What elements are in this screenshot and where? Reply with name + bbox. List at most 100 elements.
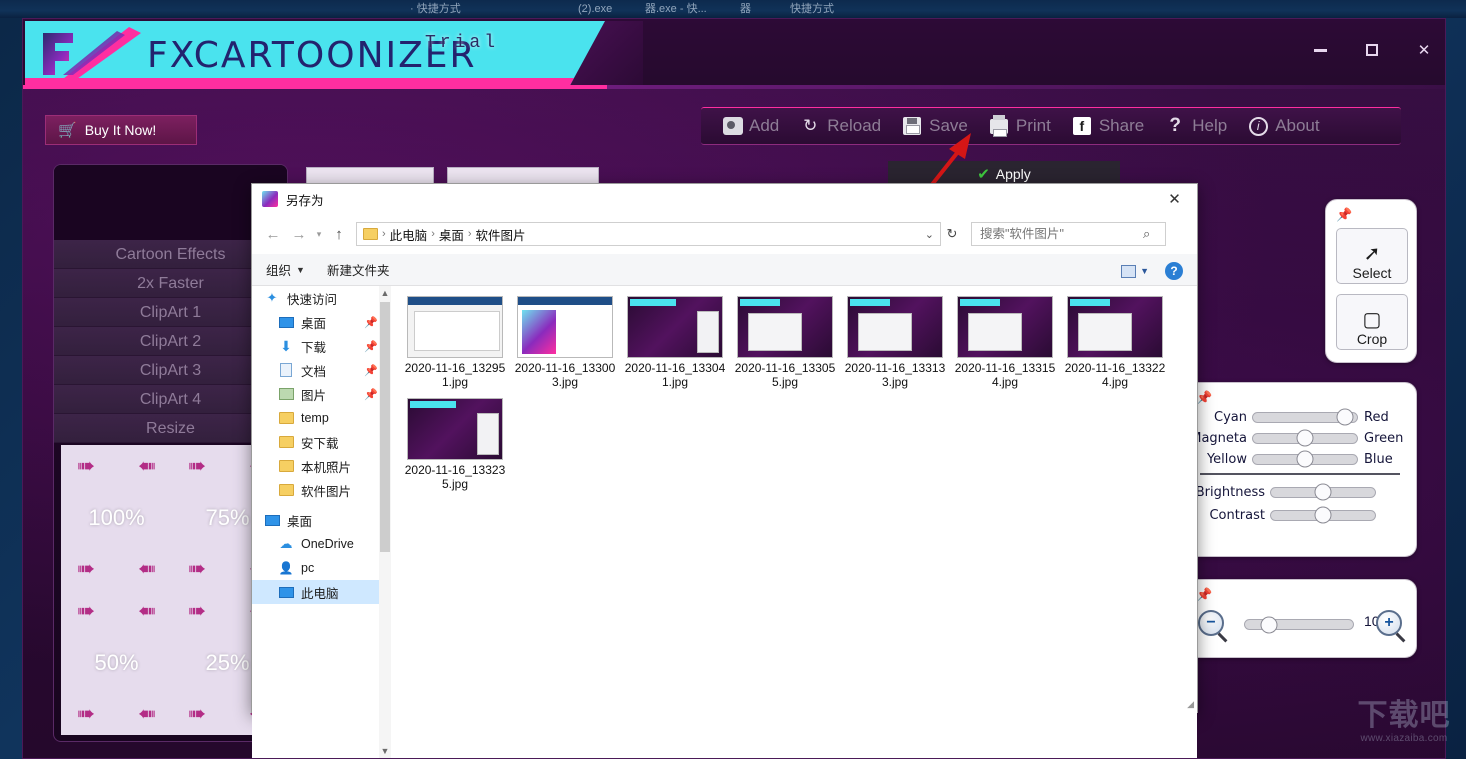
brightness-slider-handle[interactable] <box>1314 483 1332 501</box>
scroll-down-icon[interactable]: ▼ <box>379 744 391 758</box>
dialog-titlebar: 另存为 <box>252 184 1197 214</box>
breadcrumb-item-1[interactable]: 桌面 <box>439 225 464 244</box>
file-item[interactable]: 2020-11-16_133133.jpg <box>843 296 947 389</box>
watermark-url: www.xiazaiba.com <box>1360 733 1448 744</box>
file-item[interactable]: 2020-11-16_133055.jpg <box>733 296 837 389</box>
add-photo-icon <box>723 117 743 135</box>
file-item[interactable]: 2020-11-16_133003.jpg <box>513 296 617 389</box>
recent-locations-button[interactable]: ▾ <box>312 221 326 247</box>
magnifier-minus-icon[interactable]: − <box>1198 610 1224 636</box>
contrast-slider-handle[interactable] <box>1314 506 1332 524</box>
dialog-close-button[interactable]: ✕ <box>1152 184 1197 214</box>
select-tool-button[interactable]: ➚ Select <box>1336 228 1408 284</box>
pin-icon[interactable]: 📌 <box>364 316 378 329</box>
sidebar-item-downloads[interactable]: ⬇ 下载 📌 <box>252 334 390 358</box>
organize-button[interactable]: 组织 ▼ <box>266 260 305 279</box>
file-item[interactable]: 2020-11-16_133235.jpg <box>403 398 507 491</box>
crop-tool-button[interactable]: ▢ Crop <box>1336 294 1408 350</box>
cyan-red-slider[interactable] <box>1252 408 1358 426</box>
toolbar-share-button[interactable]: f Share <box>1071 116 1144 136</box>
dialog-sidebar: ✦ 快速访问 桌面 📌 ⬇ 下载 📌 文档 📌 图片 📌 temp 安下载 本机… <box>252 286 390 758</box>
sidebar-item-quick-access[interactable]: ✦ 快速访问 <box>252 286 390 310</box>
taskbar-item[interactable]: (2).exe <box>578 0 612 18</box>
file-thumbnail <box>847 296 943 358</box>
toolbar-about-button[interactable]: i About <box>1247 116 1320 136</box>
sidebar-item-pictures[interactable]: 图片 📌 <box>252 382 390 406</box>
arrow-up-right-icon: ➠ <box>137 453 157 478</box>
new-folder-button[interactable]: 新建文件夹 <box>327 260 390 279</box>
zoom-slider[interactable] <box>1244 616 1354 633</box>
file-item[interactable]: 2020-11-16_133224.jpg <box>1063 296 1167 389</box>
arrow-down-right-icon: ➠ <box>137 557 157 582</box>
minimize-button[interactable] <box>1307 37 1333 63</box>
scrollbar-thumb[interactable] <box>380 302 390 552</box>
back-button[interactable]: ← <box>260 221 286 247</box>
buy-it-now-button[interactable]: 🛒 Buy It Now! <box>45 115 197 145</box>
yellow-blue-slider-handle[interactable] <box>1296 450 1314 468</box>
pin-icon[interactable]: 📌 <box>1336 207 1352 223</box>
sidebar-item-temp[interactable]: temp <box>252 406 390 430</box>
resize-grip-icon[interactable]: ◢ <box>1187 699 1194 710</box>
search-box[interactable]: ⌕ <box>971 222 1166 246</box>
pin-icon[interactable]: 📌 <box>1196 587 1212 603</box>
pin-icon[interactable]: 📌 <box>1196 390 1212 406</box>
pin-icon[interactable]: 📌 <box>364 364 378 377</box>
file-item[interactable]: 2020-11-16_133154.jpg <box>953 296 1057 389</box>
resize-option-100[interactable]: ➠ ➠ ➠ ➠ 100% <box>61 445 172 590</box>
taskbar-item[interactable]: · 快捷方式 <box>410 0 461 18</box>
close-button[interactable]: ✕ <box>1411 37 1437 63</box>
zoom-slider-handle[interactable] <box>1260 616 1278 633</box>
sidebar-scrollbar[interactable]: ▲ ▼ <box>379 286 391 758</box>
toolbar-help-button[interactable]: ? Help <box>1164 115 1227 136</box>
toolbar-print-button[interactable]: Print <box>988 114 1051 137</box>
file-item[interactable]: 2020-11-16_132951.jpg <box>403 296 507 389</box>
sidebar-label: 此电脑 <box>301 586 339 601</box>
brightness-slider[interactable] <box>1270 483 1376 501</box>
breadcrumb-bar[interactable]: › 此电脑 › 桌面 › 软件图片 ⌄ <box>356 222 941 246</box>
magneta-green-slider[interactable] <box>1252 429 1358 447</box>
download-icon: ⬇ <box>280 337 292 354</box>
sidebar-item-anxiazai[interactable]: 安下载 <box>252 430 390 454</box>
sidebar-item-onedrive[interactable]: ☁ OneDrive <box>252 532 390 556</box>
fxcartoonizer-window: FXCARTOONIZER Trial ✕ 🛒 Buy It Now! Add … <box>22 18 1446 759</box>
sidebar-label: 下载 <box>301 340 327 355</box>
refresh-icon[interactable]: ↻ <box>941 226 963 242</box>
contrast-slider[interactable] <box>1270 506 1376 524</box>
pin-icon[interactable]: 📌 <box>364 340 378 353</box>
chevron-down-icon[interactable]: ⌄ <box>925 228 934 241</box>
sidebar-item-desktop-root[interactable]: 桌面 <box>252 508 390 532</box>
breadcrumb-item-2[interactable]: 软件图片 <box>476 225 526 244</box>
change-view-button[interactable]: ▼ <box>1121 264 1149 278</box>
breadcrumb-item-0[interactable]: 此电脑 <box>390 225 428 244</box>
resize-option-50[interactable]: ➠ ➠ ➠ ➠ 50% <box>61 590 172 735</box>
search-input[interactable] <box>978 226 1143 242</box>
dialog-help-button[interactable]: ? <box>1165 262 1183 280</box>
file-thumbnail <box>627 296 723 358</box>
toolbar-save-button[interactable]: Save <box>901 116 968 136</box>
sidebar-item-desktop[interactable]: 桌面 📌 <box>252 310 390 334</box>
toolbar-share-label: Share <box>1098 116 1145 135</box>
toolbar-add-button[interactable]: Add <box>723 116 779 136</box>
sidebar-item-documents[interactable]: 文档 📌 <box>252 358 390 382</box>
sidebar-item-pc[interactable]: 👤 pc <box>252 556 390 580</box>
sidebar-item-software-pictures[interactable]: 软件图片 <box>252 478 390 502</box>
cyan-red-slider-handle[interactable] <box>1336 408 1354 426</box>
forward-button[interactable]: → <box>286 221 312 247</box>
up-button[interactable]: ↑ <box>326 221 352 247</box>
taskbar-item[interactable]: 器 <box>740 0 751 18</box>
buy-it-now-label: Buy It Now! <box>84 122 157 138</box>
file-item[interactable]: 2020-11-16_133041.jpg <box>623 296 727 389</box>
scroll-up-icon[interactable]: ▲ <box>379 286 391 300</box>
pin-icon[interactable]: 📌 <box>364 388 378 401</box>
folder-icon <box>278 411 294 425</box>
magneta-green-slider-handle[interactable] <box>1296 429 1314 447</box>
maximize-button[interactable] <box>1359 37 1385 63</box>
yellow-blue-slider[interactable] <box>1252 450 1358 468</box>
toolbar-reload-button[interactable]: ↻ Reload <box>799 116 881 136</box>
taskbar-item[interactable]: 器.exe - 快... <box>645 0 707 18</box>
magnifier-plus-icon[interactable]: + <box>1376 610 1402 636</box>
file-thumbnail <box>957 296 1053 358</box>
sidebar-item-local-photos[interactable]: 本机照片 <box>252 454 390 478</box>
taskbar-item[interactable]: 快捷方式 <box>790 0 834 18</box>
sidebar-item-this-pc[interactable]: 此电脑 <box>252 580 390 604</box>
